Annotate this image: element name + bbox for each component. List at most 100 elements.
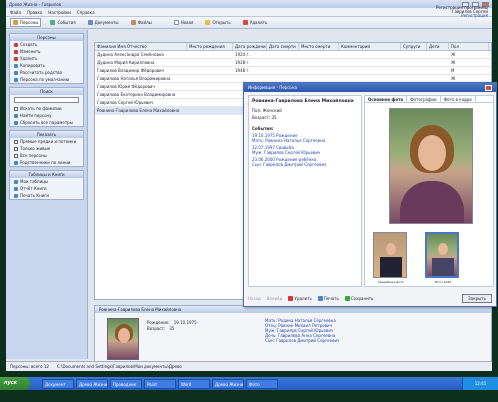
view-option[interactable]: Все персоны xyxy=(10,152,83,159)
table-icon xyxy=(14,179,18,184)
taskbar-item[interactable]: Фото xyxy=(246,378,278,389)
taskbar-item[interactable]: Проводник xyxy=(110,378,142,389)
sidebar-item-create[interactable]: Создать xyxy=(10,41,83,48)
view-panel-header: Показать xyxy=(10,131,83,138)
start-button[interactable]: пуск xyxy=(0,377,30,390)
column-header[interactable]: Место рождения xyxy=(187,43,233,50)
cell-name: Гаврилов Сергей Юрьевич xyxy=(97,100,154,105)
cell-sex: Ж xyxy=(451,52,456,57)
checkbox[interactable] xyxy=(14,146,18,151)
print-button[interactable]: Печать xyxy=(317,295,339,301)
view-option[interactable]: Только живые xyxy=(10,145,83,152)
open-button[interactable]: Открыть xyxy=(202,18,233,27)
system-tray: 12:45 xyxy=(462,377,498,390)
menu-help[interactable]: Справка xyxy=(77,10,95,15)
registration-link[interactable]: Регистрация xyxy=(436,14,488,18)
view-panel: Показать Прямые предки и потомки Только … xyxy=(9,130,84,167)
sidebar-item-default[interactable]: Персона по умолчанию xyxy=(10,76,83,83)
taskbar-item[interactable]: Word xyxy=(178,378,210,389)
new-label: Новая xyxy=(180,20,194,25)
person-details-panel: Ровнина-Гаврилова Елена Михайловна Рожде… xyxy=(94,305,492,365)
taskbar-item[interactable]: Древо Жизни xyxy=(212,378,244,389)
new-button[interactable]: Новая xyxy=(171,18,197,27)
dialog-title: Информация - Персона xyxy=(248,85,297,90)
taskbar-item[interactable]: Древо Жизни xyxy=(76,378,108,389)
tables-item[interactable]: Мои таблицы xyxy=(10,178,83,185)
person-name: Ровнина-Гаврилова Елена Михайловна xyxy=(252,99,354,104)
delete-button[interactable]: Удалить xyxy=(288,295,312,301)
forward-button[interactable]: Вперёд xyxy=(267,296,283,301)
sidebar-item-delete[interactable]: Удалить xyxy=(10,55,83,62)
column-header[interactable]: Дети xyxy=(427,43,449,50)
reset-filters[interactable]: Сбросить все параметры xyxy=(10,119,83,126)
column-header[interactable]: Комментарий xyxy=(339,43,401,50)
checkbox[interactable] xyxy=(14,153,18,158)
event-item[interactable]: 19.10.1975 Рождение Мать: Ровнина Наталья… xyxy=(252,133,358,143)
thumbnail-photo[interactable] xyxy=(425,232,459,278)
event-detail: Муж: Гаврилов Сергей Юрьевич xyxy=(252,149,321,155)
copy-icon xyxy=(14,63,18,68)
table-row[interactable]: Дудина Мария Кирилловна 1928 г. Ж xyxy=(95,59,491,67)
column-header[interactable]: Фамилия Имя Отчество xyxy=(95,43,187,50)
delete-icon xyxy=(242,20,248,25)
menu-edit[interactable]: Правка xyxy=(27,10,42,15)
column-header[interactable]: Супруги xyxy=(401,43,427,50)
view-option-label: Родственники по линии xyxy=(20,160,71,165)
search-option-label: Сбросить все параметры xyxy=(20,120,73,125)
event-item[interactable]: 23.06.2000 Рождение ребёнка Сын: Гаврилов… xyxy=(252,157,358,167)
save-button[interactable]: Сохранить xyxy=(344,295,373,301)
table-row[interactable]: Гаврилов Владимир Фёдорович 1948 г. М xyxy=(95,67,491,75)
photo-tabs: Основное фото Фотографии Фото в кадре xyxy=(365,96,493,103)
sidebar-item-kinship[interactable]: Рассчитать родство xyxy=(10,69,83,76)
back-button[interactable]: Назад xyxy=(248,296,261,301)
search-input[interactable] xyxy=(14,97,79,103)
find-person[interactable]: Найти персону xyxy=(10,112,83,119)
cell-name: Гаврилов Юрий Фёдорович xyxy=(97,84,155,89)
tab-main-photo[interactable]: Основное фото xyxy=(365,96,408,102)
tab-events[interactable]: События xyxy=(47,18,78,27)
tab-documents[interactable]: Документы xyxy=(85,18,122,27)
tab-persons[interactable]: Персоны xyxy=(10,18,42,27)
search-by-surname[interactable]: Искать по фамилии xyxy=(10,105,83,112)
dialog-photo-pane: Основное фото Фотографии Фото в кадре Св… xyxy=(364,95,494,287)
sidebar-item-label: Удалить xyxy=(20,56,38,61)
column-header[interactable]: Дата смерти xyxy=(267,43,299,50)
relation-item[interactable]: Сын: Гаврилов Дмитрий Сергеевич xyxy=(265,338,339,343)
sidebar-item-label: Изменить xyxy=(20,49,41,54)
event-item[interactable]: 12.07.1997 Свадьба Муж: Гаврилов Сергей Ю… xyxy=(252,145,358,155)
registration-info: Регистрация программы Гаврилов Сергей Ре… xyxy=(436,6,488,18)
menu-file[interactable]: Файл xyxy=(10,10,21,15)
checkbox[interactable] xyxy=(14,139,18,144)
table-row[interactable]: Дудина Александра Семёновна 1924 г. Ж xyxy=(95,51,491,59)
tab-files[interactable]: Файлы xyxy=(128,18,155,27)
tables-item-label: Мои таблицы xyxy=(20,179,49,184)
taskbar-item[interactable]: Документ xyxy=(42,378,74,389)
thumbnail-photo[interactable] xyxy=(373,232,407,278)
close-dialog-button[interactable]: Закрыть xyxy=(462,293,492,303)
tab-photos[interactable]: Фотографии xyxy=(407,96,441,102)
cell-sex: Ж xyxy=(451,60,456,65)
tables-item[interactable]: Печать Книги xyxy=(10,192,83,199)
column-header[interactable]: Пол xyxy=(449,43,489,50)
sidebar-item-copy[interactable]: Копировать xyxy=(10,62,83,69)
close-icon[interactable] xyxy=(485,84,492,91)
tab-frame-photo[interactable]: Фото в кадре xyxy=(441,96,476,102)
checkbox[interactable] xyxy=(14,106,18,111)
open-label: Открыть xyxy=(212,20,231,25)
column-header[interactable]: Место смерти xyxy=(299,43,339,50)
view-option[interactable]: Прямые предки и потомки xyxy=(10,138,83,145)
column-header[interactable]: Дата рождения xyxy=(233,43,267,50)
clothing-shape xyxy=(380,257,402,277)
clothing-shape xyxy=(400,181,464,223)
menu-settings[interactable]: Настройки xyxy=(48,10,71,15)
sidebar-item-edit[interactable]: Изменить xyxy=(10,48,83,55)
delete-button[interactable]: Удалить xyxy=(240,18,271,27)
tables-item[interactable]: Отчёт Книги xyxy=(10,185,83,192)
edit-icon xyxy=(14,49,18,54)
view-option[interactable]: Родственники по линии xyxy=(10,159,83,166)
taskbar: пуск Документ Древо Жизни Проводник Paint Wo… xyxy=(0,377,498,390)
born-row: Рождение: 19.10.1975 xyxy=(147,320,197,325)
persons-panel-header: Персоны xyxy=(10,34,83,41)
taskbar-item[interactable]: Paint xyxy=(144,378,176,389)
thumbnail-label: Свадебное фото xyxy=(377,280,405,284)
